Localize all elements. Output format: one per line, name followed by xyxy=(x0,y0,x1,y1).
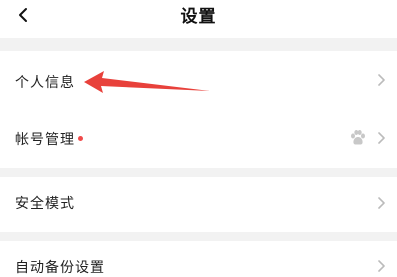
chevron-right-icon xyxy=(378,74,385,86)
section-divider xyxy=(0,232,397,241)
paw-icon xyxy=(351,130,365,145)
settings-item-account-management[interactable]: 帐号管理 xyxy=(0,111,397,168)
settings-item-label: 帐号管理 xyxy=(15,132,75,148)
header-bar: 设置 xyxy=(0,0,397,38)
settings-item-label: 自动备份设置 xyxy=(15,260,105,276)
chevron-right-icon xyxy=(378,197,385,209)
notification-dot xyxy=(78,136,83,141)
chevron-right-icon xyxy=(378,260,385,272)
section-divider xyxy=(0,38,397,51)
settings-item-personal-info[interactable]: 个人信息 xyxy=(0,51,397,111)
settings-item-label: 安全模式 xyxy=(15,196,75,212)
settings-item-label: 个人信息 xyxy=(15,75,75,91)
section-divider xyxy=(0,168,397,177)
settings-item-safe-mode[interactable]: 安全模式 xyxy=(0,177,397,232)
settings-item-auto-backup[interactable]: 自动备份设置 xyxy=(0,241,397,277)
page-title: 设置 xyxy=(180,7,217,27)
chevron-right-icon xyxy=(378,132,385,144)
